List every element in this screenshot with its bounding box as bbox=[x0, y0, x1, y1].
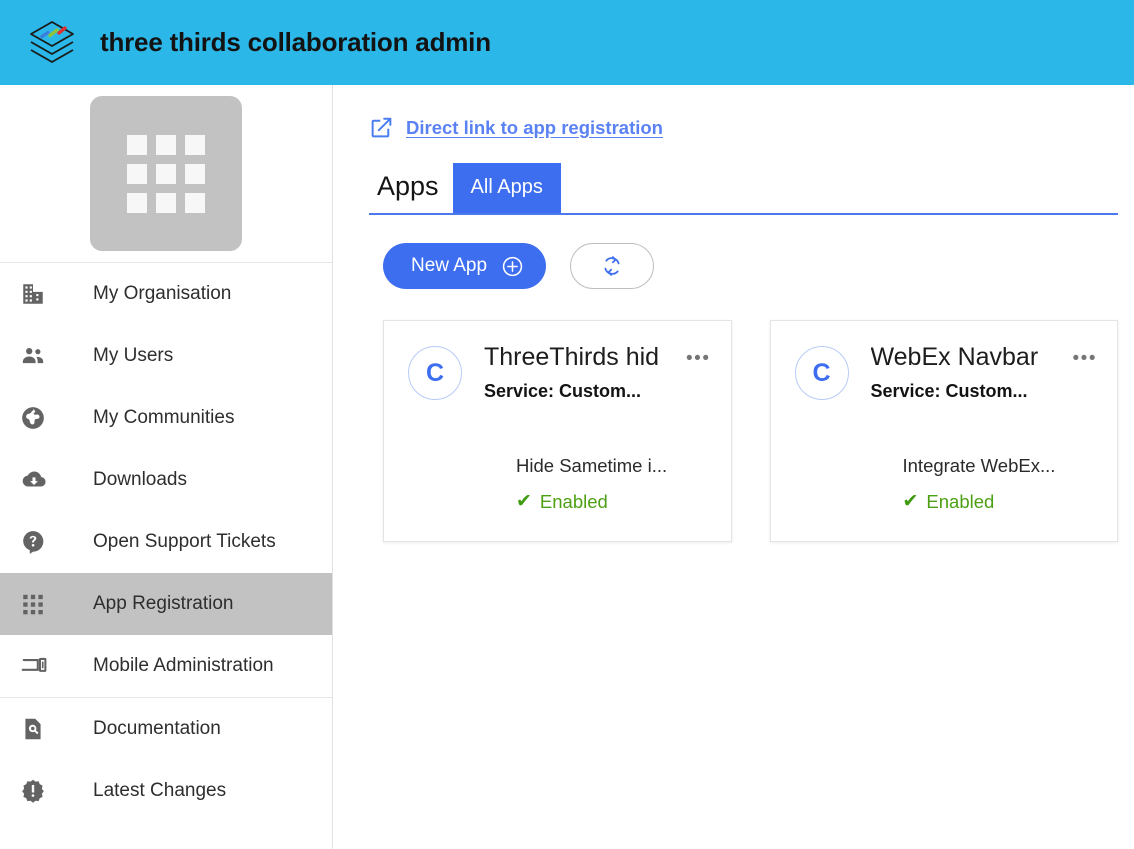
cloud-download-icon bbox=[20, 467, 60, 493]
app-card-service: Service: Custom... bbox=[870, 380, 1028, 401]
check-icon: ✔ bbox=[902, 491, 919, 513]
sidebar-item-my-organisation[interactable]: My Organisation bbox=[0, 263, 332, 325]
document-search-icon bbox=[20, 716, 60, 742]
sidebar-item-label: App Registration bbox=[93, 593, 234, 614]
actions-toolbar: New App bbox=[383, 243, 1118, 289]
new-app-label: New App bbox=[411, 255, 488, 276]
avatar: C bbox=[408, 346, 462, 400]
app-card-title: ThreeThirds hid bbox=[484, 343, 660, 371]
sidebar-item-label: Downloads bbox=[93, 469, 187, 490]
refresh-button[interactable] bbox=[570, 243, 655, 289]
sidebar-logo-container bbox=[0, 85, 332, 263]
globe-icon bbox=[20, 405, 60, 431]
app-card[interactable]: C ThreeThirds hid ••• Service: Custom...… bbox=[383, 320, 732, 542]
sidebar-item-label: My Users bbox=[93, 345, 174, 366]
app-cards-grid: C ThreeThirds hid ••• Service: Custom...… bbox=[383, 320, 1118, 542]
building-icon bbox=[20, 281, 60, 307]
sidebar-item-label: Latest Changes bbox=[93, 780, 227, 801]
people-icon bbox=[20, 343, 60, 369]
plus-circle-icon bbox=[502, 256, 523, 276]
more-options-icon[interactable]: ••• bbox=[686, 349, 710, 368]
apps-grid-icon bbox=[90, 96, 242, 251]
sidebar-item-label: My Organisation bbox=[93, 283, 232, 304]
refresh-icon bbox=[604, 256, 620, 276]
app-card-description: Integrate WebEx... bbox=[902, 454, 1056, 476]
status-label: Enabled bbox=[926, 490, 995, 512]
open-in-new-icon[interactable] bbox=[369, 115, 394, 140]
sidebar-primary-group: My Organisation My Users My Communities … bbox=[0, 263, 332, 697]
sidebar-item-app-registration[interactable]: App Registration bbox=[0, 573, 332, 635]
new-app-button[interactable]: New App bbox=[383, 243, 547, 289]
tabs-bar: Apps All Apps bbox=[369, 163, 1118, 215]
sidebar-item-mobile-administration[interactable]: Mobile Administration bbox=[0, 635, 332, 697]
direct-link-app-registration[interactable]: Direct link to app registration bbox=[406, 117, 663, 139]
app-card-description: Hide Sametime i... bbox=[516, 454, 668, 476]
sidebar-item-label: Mobile Administration bbox=[93, 655, 274, 676]
sidebar-item-latest-changes[interactable]: Latest Changes bbox=[0, 760, 332, 822]
app-card-title: WebEx Navbar bbox=[870, 343, 1039, 371]
sidebar-item-label: My Communities bbox=[93, 407, 235, 428]
tabs-heading: Apps bbox=[377, 171, 439, 201]
sidebar-item-my-communities[interactable]: My Communities bbox=[0, 387, 332, 449]
check-icon: ✔ bbox=[516, 491, 532, 513]
alert-badge-icon bbox=[20, 778, 60, 804]
tab-all-apps[interactable]: All Apps bbox=[452, 163, 561, 213]
avatar: C bbox=[794, 346, 849, 400]
app-header: three thirds collaboration admin bbox=[0, 0, 1134, 85]
sidebar-item-label: Documentation bbox=[93, 718, 221, 739]
layers-stack-icon bbox=[30, 20, 74, 63]
page-shell: My Organisation My Users My Communities … bbox=[0, 85, 1134, 849]
status-badge: ✔ Enabled bbox=[516, 491, 711, 513]
app-card[interactable]: C WebEx Navbar ••• Service: Custom... In… bbox=[769, 320, 1118, 542]
sidebar-item-downloads[interactable]: Downloads bbox=[0, 449, 332, 511]
sidebar-item-open-support-tickets[interactable]: Open Support Tickets bbox=[0, 511, 332, 573]
app-title: three thirds collaboration admin bbox=[100, 27, 491, 57]
sidebar-secondary-group: Documentation Latest Changes bbox=[0, 698, 332, 822]
help-question-icon bbox=[20, 529, 60, 555]
status-label: Enabled bbox=[539, 490, 608, 512]
apps-grid-icon bbox=[20, 591, 60, 617]
sidebar-item-my-users[interactable]: My Users bbox=[0, 325, 332, 387]
sidebar-item-documentation[interactable]: Documentation bbox=[0, 698, 332, 760]
direct-link-row: Direct link to app registration bbox=[369, 115, 1118, 140]
status-badge: ✔ Enabled bbox=[903, 491, 1098, 513]
sidebar-item-label: Open Support Tickets bbox=[93, 531, 276, 552]
more-options-icon[interactable]: ••• bbox=[1073, 349, 1097, 368]
app-card-service: Service: Custom... bbox=[484, 380, 642, 401]
main-content: Direct link to app registration Apps All… bbox=[333, 85, 1134, 849]
sidebar: My Organisation My Users My Communities … bbox=[0, 85, 333, 849]
devices-icon bbox=[20, 653, 60, 679]
